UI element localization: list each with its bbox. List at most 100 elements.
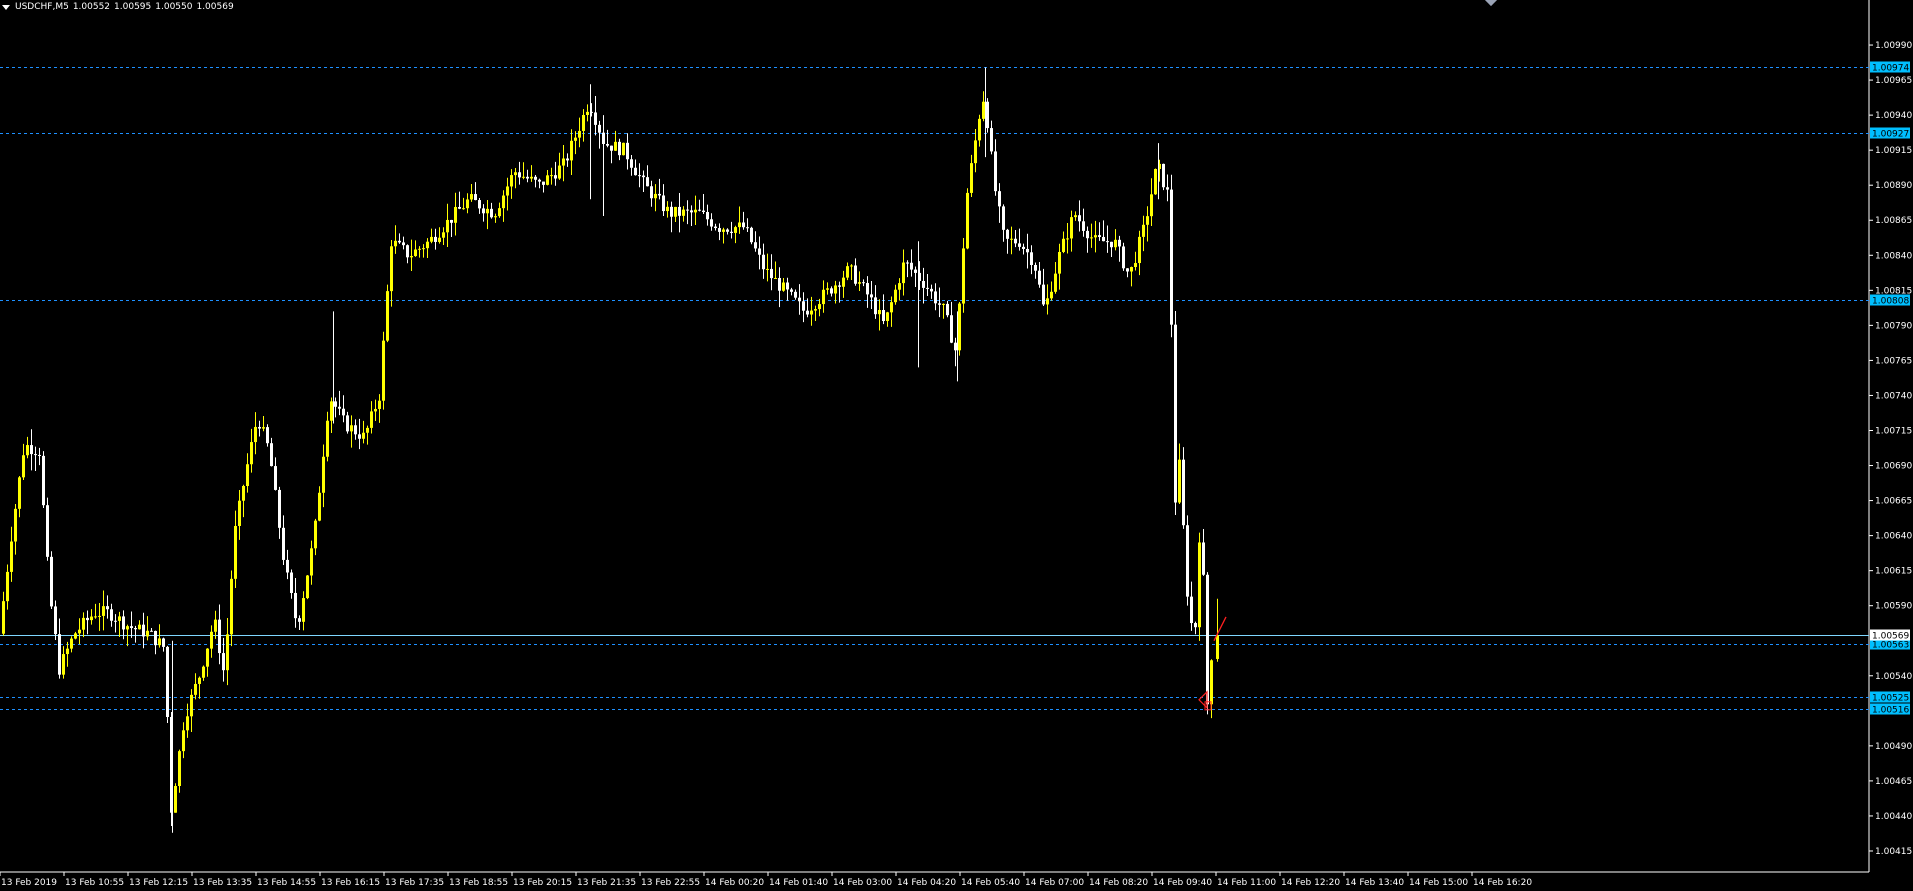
candle-bear: [298, 618, 301, 622]
candle-bull: [842, 277, 845, 287]
candle-bear: [1170, 189, 1173, 325]
candle-bear: [946, 303, 949, 316]
candle-bear: [1206, 574, 1209, 705]
x-tick-label: 14 Feb 12:20: [1281, 878, 1340, 888]
candle-bear: [706, 212, 709, 220]
candle-bull: [738, 222, 741, 228]
candle-bull: [178, 751, 181, 786]
candle-bear: [434, 236, 437, 242]
candle-bear: [518, 172, 521, 178]
candle-bear: [282, 527, 285, 560]
candle-bull: [70, 638, 73, 649]
candle-bull: [1142, 224, 1145, 237]
candle-bull: [1010, 238, 1013, 240]
candle-bull: [374, 408, 377, 412]
candle-bull: [1066, 238, 1069, 240]
candle-bear: [142, 624, 145, 637]
candle-bull: [510, 175, 513, 187]
candle-bear: [594, 112, 597, 125]
candle-bear: [286, 559, 289, 573]
candle-bear: [678, 206, 681, 216]
candle-bull: [546, 175, 549, 185]
candle-bull: [182, 730, 185, 752]
candle-bull: [138, 624, 141, 630]
candle-bear: [726, 229, 729, 232]
candle-bear: [1110, 241, 1113, 248]
candle-bull: [422, 248, 425, 250]
candle-bull: [1150, 194, 1153, 217]
candle-bull: [674, 206, 677, 217]
candle-bull: [66, 648, 69, 655]
candle-bull: [78, 629, 81, 634]
candle-bull: [978, 118, 981, 141]
candle-bull: [982, 101, 985, 119]
low-value: 1.00550: [155, 2, 193, 12]
candle-bull: [958, 303, 961, 351]
candle-bull: [666, 206, 669, 212]
candle-bull: [234, 525, 237, 579]
y-tick-label: 1.00715: [1875, 426, 1912, 436]
candle-bear: [114, 620, 117, 622]
candle-bear: [866, 283, 869, 295]
candle-bear: [658, 193, 661, 196]
candle-bear: [754, 242, 757, 249]
candle-bear: [714, 226, 717, 229]
candle-bull: [426, 241, 429, 249]
y-tick-label: 1.00865: [1875, 216, 1912, 226]
candle-bear: [218, 619, 221, 654]
candle-bull: [410, 256, 413, 258]
candle-bull: [822, 289, 825, 305]
candle-bull: [470, 194, 473, 200]
candle-bear: [398, 240, 401, 243]
candle-bull: [418, 248, 421, 250]
candle-bear: [1126, 268, 1129, 272]
y-tick-label: 1.00890: [1875, 181, 1912, 191]
price-chart[interactable]: 1.00990 1.00965 1.00940 1.00915 1.00890 1.008…: [0, 0, 1913, 891]
symbol-label: USDCHF,M5: [15, 2, 69, 12]
candle-bull: [22, 455, 25, 478]
candle-bull: [98, 615, 101, 617]
y-tick-label: 1.00690: [1875, 462, 1912, 472]
candle-bear: [294, 592, 297, 619]
candle-bear: [222, 653, 225, 671]
candle-bull: [314, 520, 317, 549]
candle-bear: [166, 646, 169, 717]
candle-bear: [34, 454, 37, 456]
candle-bear: [778, 277, 781, 291]
candle-bull: [226, 634, 229, 671]
candle-bear: [1182, 459, 1185, 526]
candle-bull: [210, 631, 213, 649]
candle-bear: [270, 443, 273, 467]
candle-bull: [62, 654, 65, 675]
candle-bear: [1006, 229, 1009, 239]
candle-bull: [394, 240, 397, 247]
candle-bull: [522, 176, 525, 178]
candle-bear: [38, 454, 41, 456]
candle-bull: [206, 648, 209, 667]
candle-bull: [442, 232, 445, 238]
dropdown-triangle-icon[interactable]: [2, 4, 10, 10]
candle-bear: [338, 406, 341, 409]
candle-bull: [1178, 459, 1181, 503]
x-tick-label: 13 Feb 17:35: [385, 878, 444, 888]
candle-bear: [1086, 230, 1089, 239]
candle-bull: [834, 285, 837, 294]
candle-bear: [542, 181, 545, 185]
candle-bear: [122, 616, 125, 630]
x-tick-label: 14 Feb 05:40: [961, 878, 1020, 888]
candle-bull: [886, 312, 889, 322]
candle-bull: [322, 456, 325, 493]
candle-bull: [454, 207, 457, 223]
candle-bear: [30, 445, 33, 455]
candle-bull: [574, 137, 577, 141]
candle-bull: [302, 598, 305, 622]
candle-bear: [402, 242, 405, 246]
hline-price-label: 1.00563: [1872, 641, 1909, 651]
candle-bull: [350, 425, 353, 432]
candle-bear: [854, 265, 857, 284]
candle-bear: [710, 219, 713, 227]
candle-bull: [858, 282, 861, 284]
chart-window[interactable]: USDCHF,M5 1.00552 1.00595 1.00550 1.0056…: [0, 0, 1913, 891]
x-tick-label: 13 Feb 18:55: [449, 878, 508, 888]
candle-bull: [94, 616, 97, 618]
